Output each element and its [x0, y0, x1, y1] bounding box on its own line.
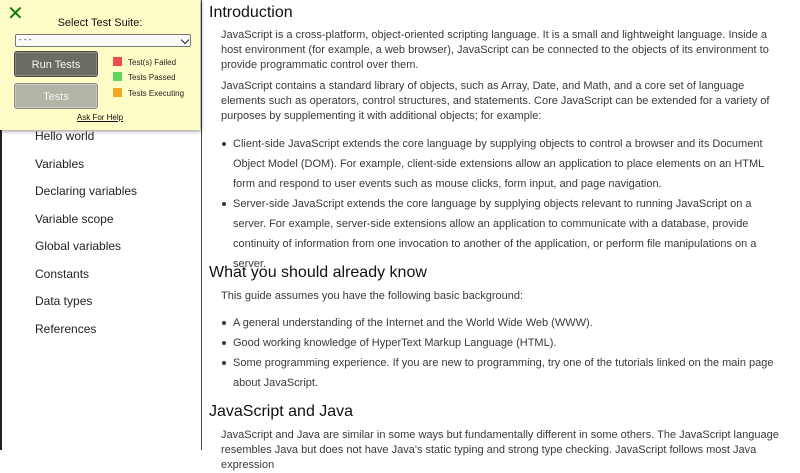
test-suite-select[interactable]: - - - — [15, 34, 191, 47]
heading-what-you-should-know: What you should already know — [209, 264, 427, 281]
sidebar-item-declaring-variables[interactable]: Declaring variables — [35, 183, 137, 211]
ask-for-help-link[interactable]: Ask For Help — [0, 113, 200, 122]
failed-swatch-icon — [113, 57, 122, 66]
legend-passed-label: Tests Passed — [128, 73, 176, 82]
heading-javascript-and-java: JavaScript and Java — [209, 403, 354, 420]
java-paragraph: JavaScript and Java are similar in some … — [221, 429, 779, 471]
legend-failed-label: Test(s) Failed — [128, 58, 177, 67]
list-item: Some programming experience. If you are … — [221, 353, 784, 393]
legend-executing-label: Tests Executing — [128, 89, 185, 98]
test-suite-label: Select Test Suite: — [57, 17, 143, 29]
know-list: A general understanding of the Internet … — [221, 313, 784, 393]
list-item: Client-side JavaScript extends the core … — [221, 134, 784, 194]
test-runner-panel: ✕ Select Test Suite: - - - Run Tests Tes… — [0, 0, 200, 130]
sidebar-item-data-types[interactable]: Data types — [35, 293, 137, 321]
sidebar-item-variable-scope[interactable]: Variable scope — [35, 211, 137, 239]
intro-paragraph-2: JavaScript contains a standard library o… — [221, 80, 770, 122]
sidebar-item-global-variables[interactable]: Global variables — [35, 238, 137, 266]
tests-button[interactable]: Tests — [14, 83, 98, 109]
test-suite-select-value: - - - — [19, 35, 32, 44]
know-paragraph: This guide assumes you have the followin… — [221, 290, 524, 302]
sidebar-item-hello-world[interactable]: Hello world — [35, 128, 137, 156]
legend-executing: Tests Executing — [113, 88, 184, 99]
executing-swatch-icon — [113, 88, 122, 97]
legend-passed: Tests Passed — [113, 72, 176, 83]
run-tests-button[interactable]: Run Tests — [14, 51, 98, 77]
intro-paragraph-1: JavaScript is a cross-platform, object-o… — [221, 29, 769, 71]
intro-list: Client-side JavaScript extends the core … — [221, 134, 784, 274]
list-item: A general understanding of the Internet … — [221, 313, 784, 333]
sidebar-item-references[interactable]: References — [35, 321, 137, 349]
sidebar-item-variables[interactable]: Variables — [35, 156, 137, 184]
list-item: Good working knowledge of HyperText Mark… — [221, 333, 784, 353]
chevron-down-icon — [180, 35, 190, 45]
sidebar-item-constants[interactable]: Constants — [35, 266, 137, 294]
heading-introduction: Introduction — [209, 4, 293, 21]
passed-swatch-icon — [113, 72, 122, 81]
sidebar-list: Hello world Variables Declaring variable… — [35, 128, 137, 348]
list-item: Server-side JavaScript extends the core … — [221, 194, 784, 274]
legend-failed: Test(s) Failed — [113, 57, 176, 68]
